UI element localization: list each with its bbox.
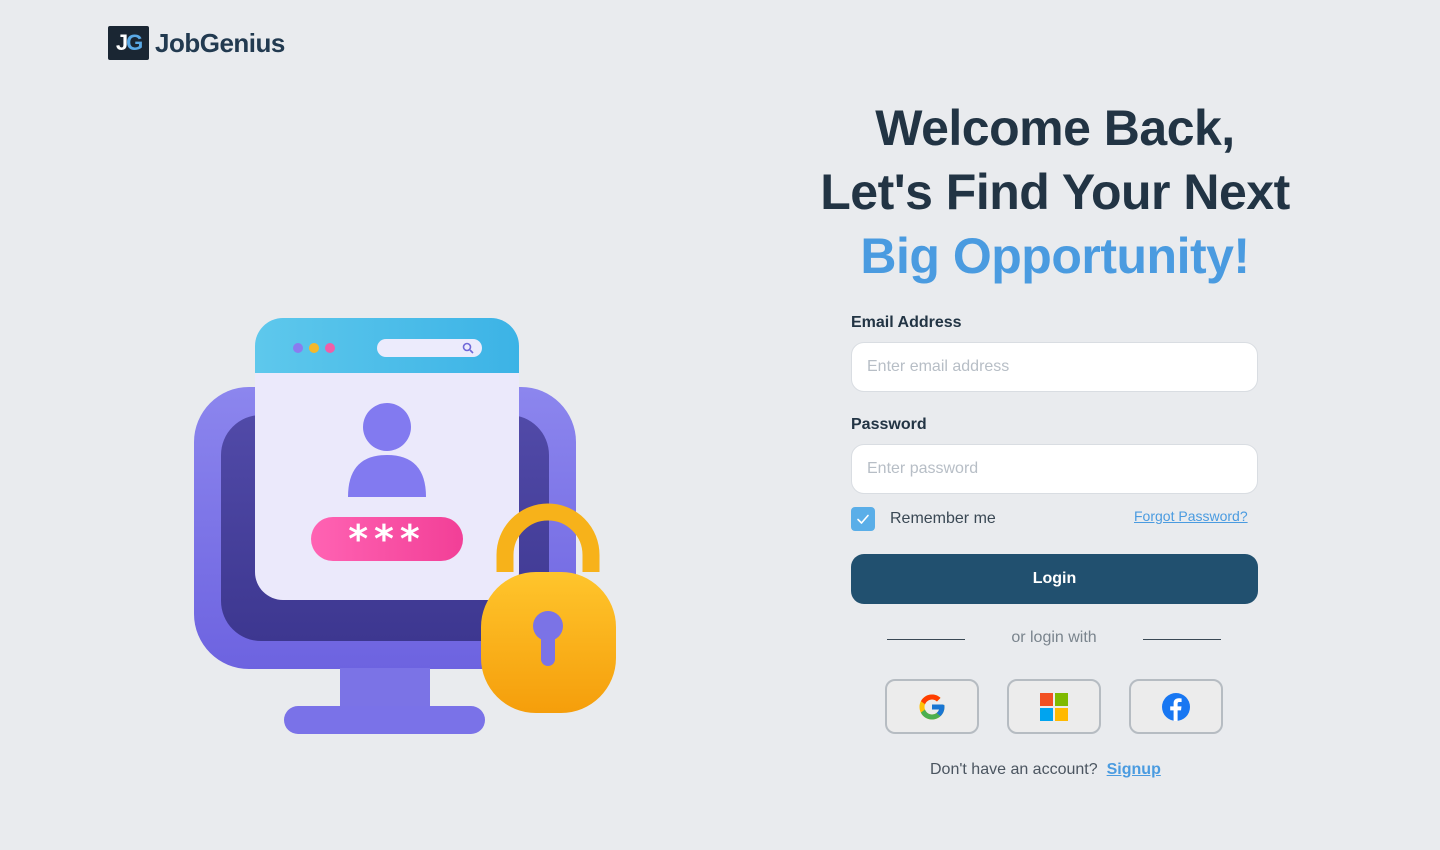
password-mask-text: ***: [348, 517, 426, 561]
google-login-button[interactable]: [885, 679, 979, 734]
facebook-login-button[interactable]: [1129, 679, 1223, 734]
forgot-password-link[interactable]: Forgot Password?: [1134, 508, 1248, 524]
microsoft-login-button[interactable]: [1007, 679, 1101, 734]
divider-left: [887, 639, 965, 640]
headline-line-2: Let's Find Your Next: [820, 164, 1290, 220]
brand-name: JobGenius: [155, 27, 285, 58]
email-field[interactable]: [851, 342, 1258, 392]
signup-prompt-row: Don't have an account? Signup: [930, 761, 1161, 779]
facebook-icon: [1162, 692, 1190, 721]
check-icon: [857, 514, 869, 524]
remember-me-checkbox[interactable]: [851, 507, 875, 531]
remember-me-toggle[interactable]: Remember me: [851, 507, 996, 531]
signup-prompt: Don't have an account?: [930, 761, 1098, 778]
password-field[interactable]: [851, 444, 1258, 494]
logo-mark: JG: [108, 26, 149, 60]
password-label: Password: [851, 416, 927, 433]
browser-search-bar: [377, 339, 482, 357]
remember-me-label: Remember me: [890, 510, 996, 527]
user-avatar-head: [363, 403, 411, 451]
login-illustration: ***: [180, 300, 640, 750]
headline-line-1: Welcome Back,: [875, 100, 1235, 156]
monitor-base: [284, 706, 485, 734]
google-icon: [919, 694, 945, 719]
monitor-stand: [340, 668, 430, 708]
divider-right: [1143, 639, 1221, 640]
divider-text: or login with: [1011, 629, 1097, 646]
email-label: Email Address: [851, 314, 962, 331]
brand-logo[interactable]: JG JobGenius: [108, 26, 285, 60]
window-dot-1: [293, 343, 303, 353]
window-dot-3: [325, 343, 335, 353]
microsoft-icon: [1040, 692, 1068, 721]
signup-link[interactable]: Signup: [1107, 761, 1161, 779]
login-button[interactable]: Login: [851, 554, 1258, 604]
headline-line-3: Big Opportunity!: [860, 228, 1250, 284]
page-headline: Welcome Back, Let's Find Your Next Big O…: [780, 96, 1330, 288]
window-dot-2: [309, 343, 319, 353]
